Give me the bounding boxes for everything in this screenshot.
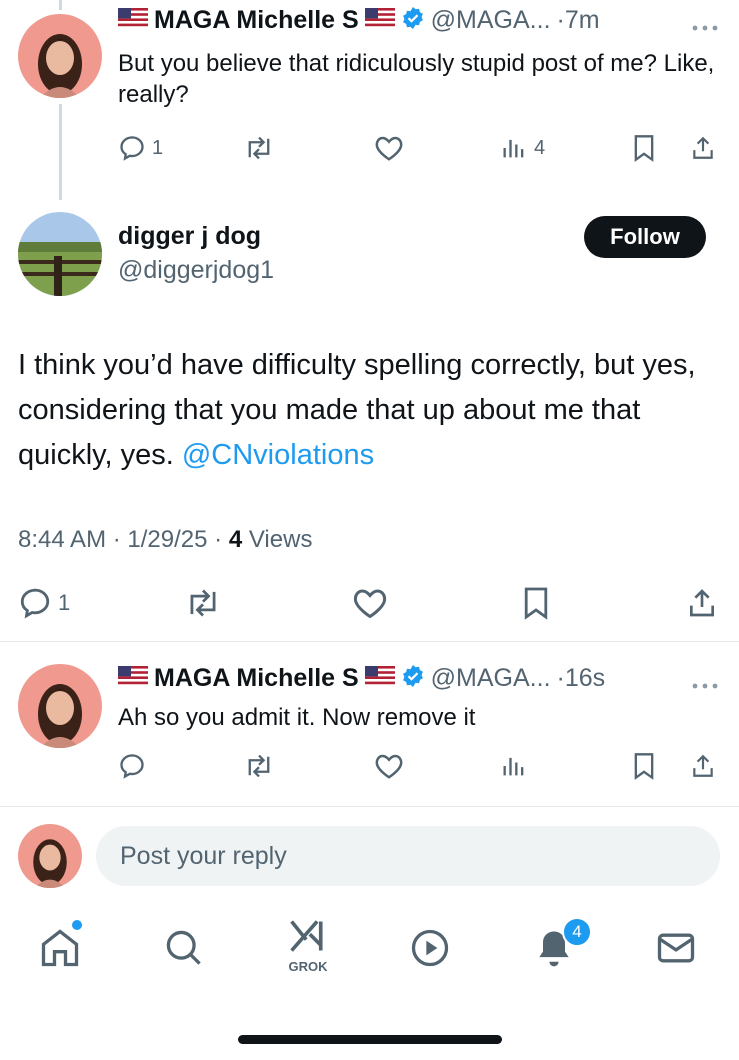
- like-button[interactable]: [374, 134, 404, 162]
- reply-placeholder: Post your reply: [120, 841, 287, 870]
- share-button[interactable]: [686, 586, 718, 620]
- like-button[interactable]: [352, 586, 388, 620]
- reply-icon: [120, 136, 144, 161]
- divider: [0, 641, 739, 642]
- reply-button[interactable]: 1: [118, 134, 163, 162]
- avatar[interactable]: [18, 824, 82, 888]
- bookmark-button[interactable]: [632, 134, 656, 162]
- views-button[interactable]: 4: [500, 134, 545, 162]
- reply-input[interactable]: Post your reply: [96, 826, 720, 886]
- repost-button[interactable]: [185, 586, 221, 620]
- verified-badge-icon: [401, 664, 425, 693]
- thread-line: [59, 104, 62, 200]
- grok-icon: [290, 920, 323, 952]
- divider: [0, 806, 739, 807]
- follow-button[interactable]: Follow: [584, 216, 706, 258]
- tweet-text: Ah so you admit it. Now remove it: [118, 704, 476, 731]
- tweet2-header: MAGA Michelle S @MAGA... ·16s: [118, 664, 605, 693]
- home-indicator[interactable]: [238, 1035, 502, 1044]
- heart-icon: [375, 136, 403, 161]
- bookmark-icon: [524, 587, 548, 620]
- us-flag-icon: [364, 8, 395, 33]
- avatar[interactable]: [18, 664, 102, 748]
- bookmark-icon: [634, 135, 654, 162]
- tweet-date[interactable]: 1/29/25: [127, 526, 207, 553]
- repost-icon: [248, 754, 270, 778]
- grok-button[interactable]: GROK: [280, 916, 336, 974]
- tweet1-header: MAGA Michelle S @MAGA... ·7m: [118, 6, 600, 35]
- tweet-text: But you believe that ridiculously stupid…: [118, 50, 715, 108]
- share-button[interactable]: [690, 134, 716, 162]
- views-icon: [503, 139, 524, 158]
- video-icon[interactable]: [408, 926, 452, 975]
- tweet-meta: 8:44 AM · 1/29/25 · 4 Views: [18, 526, 313, 553]
- author-name[interactable]: digger j dog: [118, 222, 261, 251]
- avatar[interactable]: [18, 14, 102, 98]
- heart-icon: [353, 589, 387, 619]
- share-icon: [690, 589, 714, 617]
- repost-icon: [190, 589, 216, 617]
- timestamp[interactable]: ·7m: [557, 6, 600, 35]
- author-name[interactable]: MAGA Michelle S: [154, 6, 359, 35]
- bookmark-icon: [634, 753, 654, 780]
- tweet-time[interactable]: 8:44 AM: [18, 526, 106, 553]
- repost-button[interactable]: [244, 134, 274, 162]
- share-icon: [693, 754, 713, 777]
- reply-icon: [120, 754, 144, 779]
- views-icon: [503, 757, 524, 776]
- like-button[interactable]: [374, 752, 404, 780]
- reply-button[interactable]: 1: [18, 586, 70, 620]
- views-count: 4: [228, 526, 243, 553]
- tweet-text: I think you’d have difficulty spelling c…: [18, 343, 723, 478]
- reply-button[interactable]: [118, 752, 146, 780]
- thread-line: [59, 0, 62, 10]
- reply-count: 1: [152, 136, 164, 159]
- reply-count: 1: [58, 590, 71, 615]
- timestamp[interactable]: ·16s: [557, 664, 606, 693]
- more-options-icon[interactable]: [692, 676, 718, 694]
- views-count: 4: [534, 136, 546, 159]
- us-flag-icon: [364, 666, 395, 691]
- heart-icon: [375, 754, 403, 779]
- repost-button[interactable]: [244, 752, 274, 780]
- us-flag-icon: [118, 8, 148, 33]
- home-icon[interactable]: [38, 920, 82, 975]
- home-dot-icon: [72, 920, 82, 930]
- views-label: Views: [248, 526, 313, 553]
- messages-icon[interactable]: [654, 926, 698, 975]
- share-button[interactable]: [690, 752, 716, 780]
- author-handle[interactable]: @MAGA...: [431, 6, 551, 35]
- us-flag-icon: [118, 666, 148, 691]
- search-icon[interactable]: [162, 926, 206, 975]
- mention-link[interactable]: @CNviolations: [182, 439, 374, 471]
- author-handle[interactable]: @diggerjdog1: [118, 256, 274, 285]
- avatar[interactable]: [18, 212, 102, 296]
- grok-label: GROK: [288, 959, 328, 974]
- views-button[interactable]: [500, 752, 528, 780]
- author-name[interactable]: MAGA Michelle S: [154, 664, 359, 693]
- bookmark-button[interactable]: [522, 586, 550, 620]
- author-handle[interactable]: @MAGA...: [431, 664, 551, 693]
- more-options-icon[interactable]: [692, 18, 718, 36]
- notifications-badge: 4: [562, 917, 592, 947]
- repost-icon: [248, 136, 270, 160]
- reply-icon: [20, 588, 50, 619]
- bookmark-button[interactable]: [632, 752, 656, 780]
- share-icon: [693, 136, 713, 159]
- verified-badge-icon: [401, 6, 425, 35]
